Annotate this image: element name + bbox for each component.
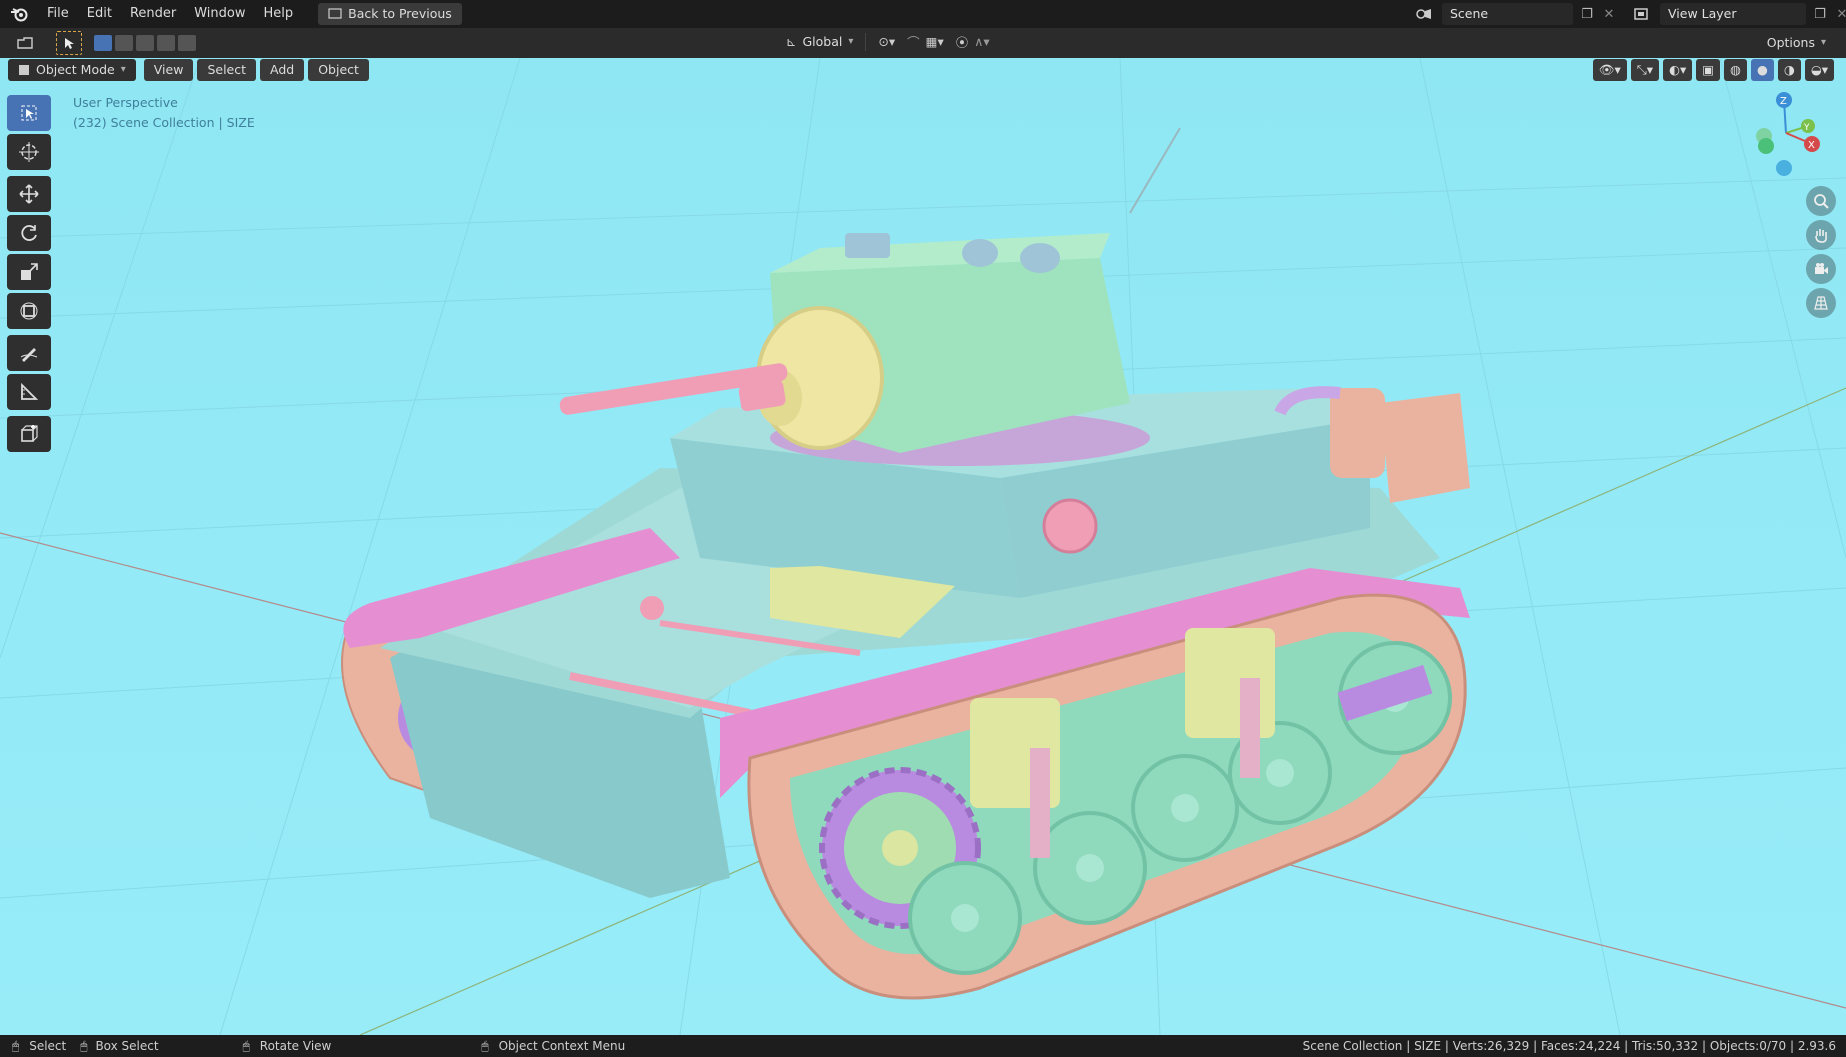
collection-info-label: (232) Scene Collection | SIZE [73,115,255,130]
menu-window[interactable]: Window [185,0,254,28]
divider [865,32,867,51]
perspective-toggle-icon[interactable] [1806,288,1836,318]
material-preview-icon[interactable]: ◑ [1777,59,1801,81]
gizmo-x-label: X [1808,140,1815,151]
object-mode-dropdown[interactable]: Object Mode ▾ [8,59,136,81]
menu-help[interactable]: Help [255,0,303,28]
add-cube-tool-icon[interactable] [7,416,51,452]
select-mode-intersect-icon[interactable] [178,35,196,51]
snap-target-icon[interactable]: ▦▾ [926,34,944,49]
gizmo-x-negative [1758,138,1774,154]
chevron-down-icon: ▾ [1820,37,1826,48]
view-layer-icon[interactable] [1628,3,1656,25]
status-rotate-view: Rotate View [259,1039,332,1053]
back-to-previous-label: Back to Previous [348,6,452,21]
pivot-point-icon[interactable]: ⊙▾ [878,34,895,49]
delete-scene-icon[interactable]: ✕ [1601,7,1617,22]
solid-shading-icon[interactable]: ● [1750,59,1774,81]
viewport-header: Object Mode ▾ View Select Add Object 👁▾ … [0,58,1846,82]
view-layer-field[interactable]: View Layer [1660,3,1806,25]
select-mode-invert-icon[interactable] [157,35,175,51]
navigation-gizmo[interactable]: Z Y X [1746,88,1826,178]
periscope [1020,243,1060,273]
wireframe-shading-icon[interactable]: ◍ [1724,59,1747,81]
menu-file[interactable]: File [38,0,78,28]
3d-viewport[interactable]: User Perspective (232) Scene Collection … [0,58,1846,1035]
perspective-label: User Perspective [73,95,178,110]
move-tool-icon[interactable] [7,176,51,212]
rear-stowage-box [1380,393,1470,503]
visibility-icon[interactable]: 👁▾ [1592,59,1627,81]
status-context-menu: Object Context Menu [498,1039,626,1053]
object-mode-icon [19,65,29,75]
transform-tool-icon[interactable] [7,293,51,329]
scale-tool-icon[interactable] [7,254,51,290]
xray-toggle-icon[interactable]: ▣ [1696,59,1721,81]
bogie-link [1030,748,1050,858]
overlays-icon[interactable]: ◐▾ [1663,59,1693,81]
proportional-edit-icon[interactable]: ⦿ [956,32,969,51]
new-view-layer-icon[interactable]: ❐ [1810,7,1830,22]
rendered-shading-icon[interactable]: ◒▾ [1804,59,1834,81]
scene-name-field[interactable]: Scene [1442,3,1573,25]
object-mode-label: Object Mode [36,62,115,77]
chevron-down-icon: ▾ [120,64,126,75]
snap-toggle-icon[interactable]: ⌒ [907,32,920,51]
annotate-tool-icon[interactable] [7,335,51,371]
commander-cupola [845,233,890,258]
delete-view-layer-icon[interactable]: ✕ [1834,7,1846,22]
rear-cylinder [1330,388,1385,478]
back-to-previous-button[interactable]: Back to Previous [318,3,462,25]
blender-logo-icon[interactable] [0,0,38,28]
menu-render[interactable]: Render [121,0,185,28]
bogie-link [1240,678,1260,778]
editor-type-icon[interactable] [10,32,40,54]
select-menu[interactable]: Select [197,59,257,81]
periscope [962,239,998,267]
falloff-icon[interactable]: ∧▾ [974,34,989,49]
scene-selector-icon[interactable] [1410,3,1438,25]
top-menubar: File Edit Render Window Help Back to Pre… [0,0,1846,28]
side-port [1042,498,1098,554]
measure-tool-icon[interactable] [7,374,51,410]
camera-view-icon[interactable] [1806,254,1836,284]
chevron-down-icon: ▾ [848,36,854,47]
viewport-scene [0,58,1846,1035]
screen-icon [328,8,342,19]
gizmo-toggle-icon[interactable]: ⤡▾ [1630,59,1660,81]
select-tool-icon[interactable] [56,31,82,55]
status-select: Select [29,1039,67,1053]
rotate-tool-icon[interactable] [7,215,51,251]
select-mode-subtract-icon[interactable] [136,35,154,51]
options-button[interactable]: Options ▾ [1756,32,1836,54]
status-bar: 🖱 Select 🖱 Box Select 🖱 Rotate View 🖱 Ob… [0,1035,1846,1057]
add-menu[interactable]: Add [260,59,305,81]
pan-hand-icon[interactable] [1806,220,1836,250]
select-mode-new-icon[interactable] [94,35,112,51]
left-toolbar [0,92,58,452]
mouse-left-icon: 🖱 [12,1038,20,1053]
mouse-middle-icon: 🖱 [242,1038,250,1053]
zoom-icon[interactable] [1806,186,1836,216]
new-scene-icon[interactable]: ❐ [1577,7,1597,22]
gizmo-z-negative [1776,160,1792,176]
gizmo-z-label: Z [1780,96,1787,107]
status-box-select: Box Select [95,1039,159,1053]
suspension-bogie [1185,628,1275,738]
scene-statistics: Scene Collection | SIZE | Verts:26,329 |… [1302,1039,1836,1053]
gizmo-y-label: Y [1803,123,1810,133]
view-menu[interactable]: View [143,59,194,81]
options-label: Options [1766,35,1815,50]
tool-settings-bar: ⊾ Global ▾ ⊙▾ ⌒ ▦▾ ⦿ ∧▾ Options ▾ [0,28,1846,58]
cursor-tool-icon[interactable] [7,134,51,170]
transform-orientation-icon: ⊾ [786,34,797,49]
mouse-right-icon: 🖱 [481,1038,489,1053]
select-mode-extend-icon[interactable] [115,35,133,51]
select-box-tool-icon[interactable] [7,95,51,131]
menu-edit[interactable]: Edit [78,0,121,28]
transform-orientation-dropdown[interactable]: Global [802,34,842,49]
mouse-drag-icon: 🖱 [80,1038,88,1053]
object-menu[interactable]: Object [308,59,369,81]
